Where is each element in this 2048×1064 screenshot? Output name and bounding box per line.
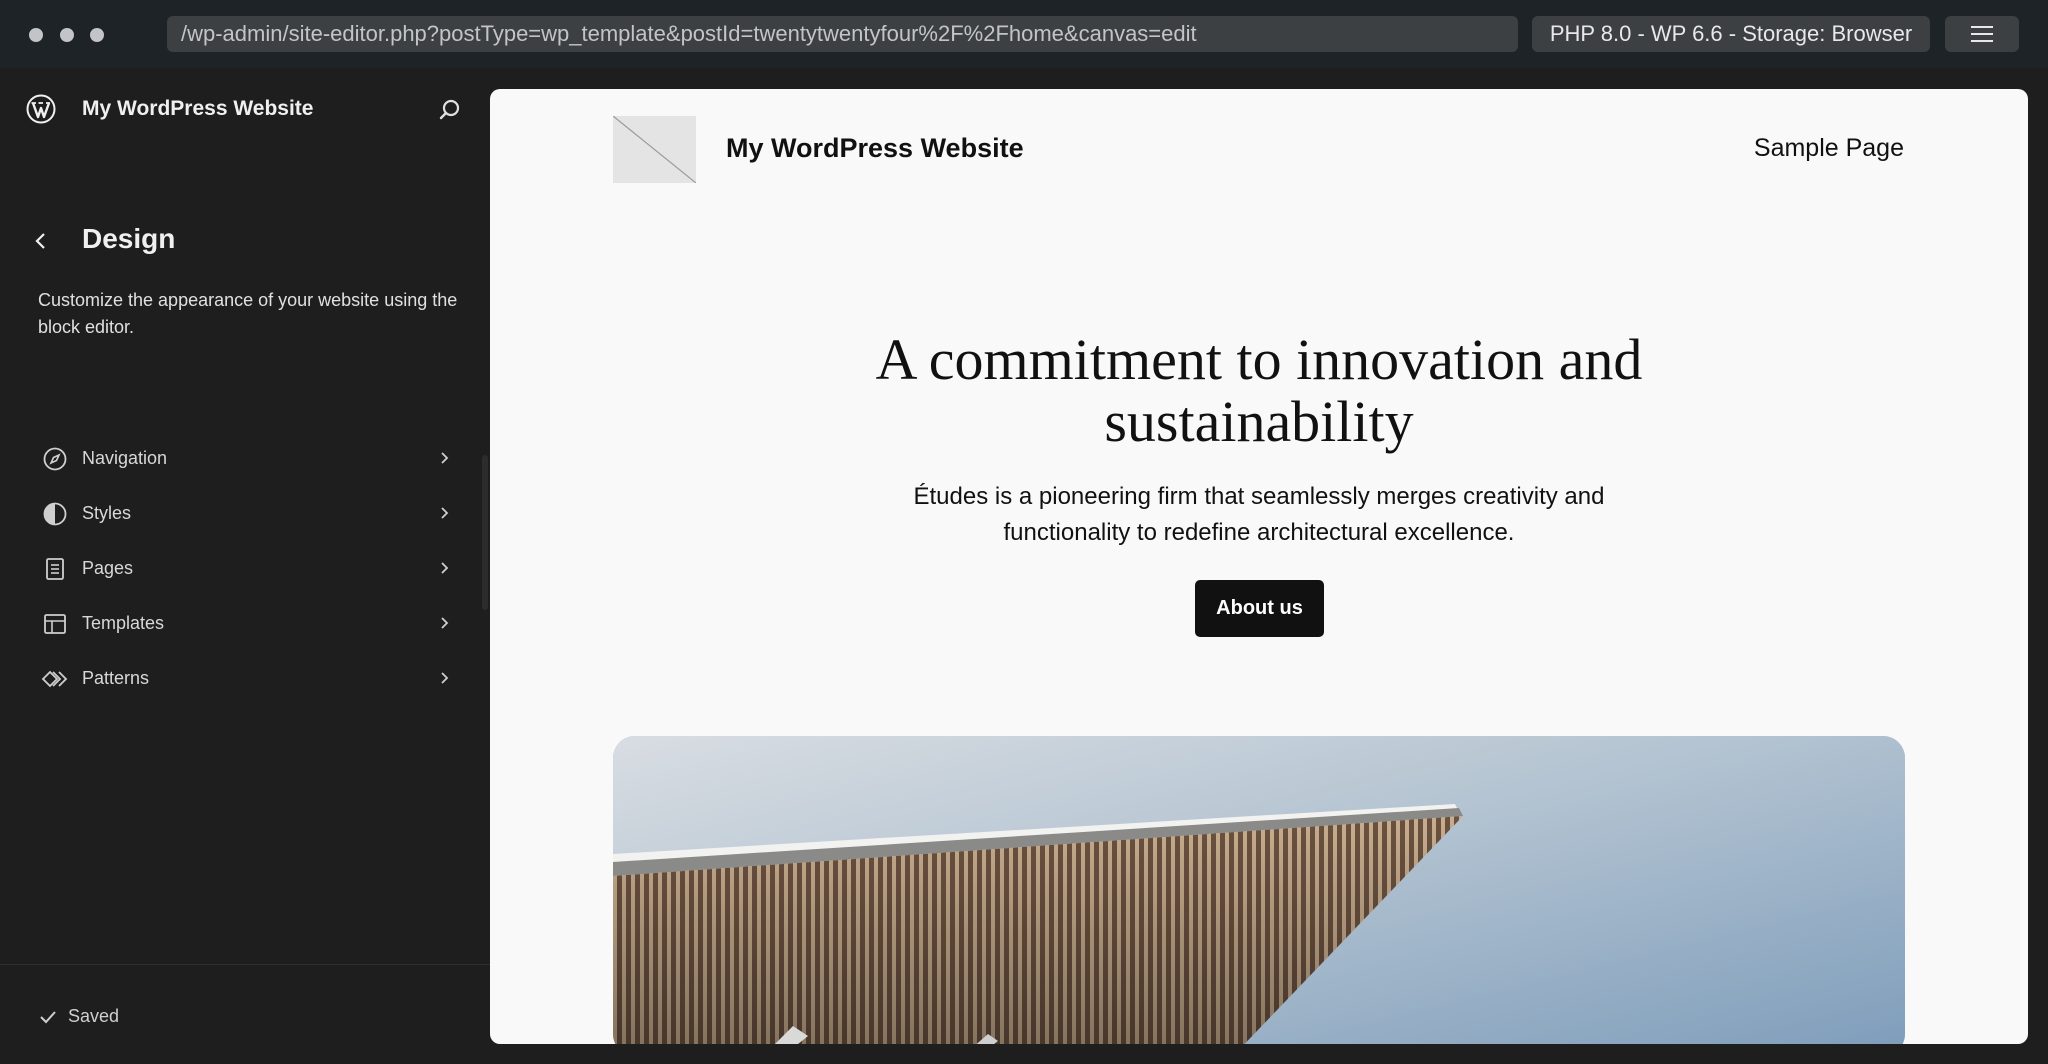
canvas-site-title[interactable]: My WordPress Website <box>726 131 1024 165</box>
wordpress-logo-icon[interactable] <box>26 94 56 124</box>
hero-image[interactable] <box>613 736 1905 1044</box>
hamburger-icon <box>1971 26 1993 42</box>
templates-icon <box>40 609 70 639</box>
sidebar-site-title[interactable]: My WordPress Website <box>82 96 313 122</box>
sidebar-item-label: Styles <box>82 503 132 523</box>
hero-paragraph[interactable]: Études is a pioneering firm that seamles… <box>859 479 1659 551</box>
section-title: Design <box>82 223 176 254</box>
hero-heading[interactable]: A commitment to innovation and sustainab… <box>759 329 1759 453</box>
search-icon[interactable] <box>436 96 464 124</box>
window-close-dot[interactable] <box>29 28 43 42</box>
building-photo <box>613 736 1905 1044</box>
styles-icon <box>40 499 70 529</box>
chevron-right-icon <box>441 507 449 519</box>
section-description: Customize the appearance of your website… <box>38 290 458 337</box>
save-status: Saved <box>38 1006 119 1027</box>
chevron-right-icon <box>441 562 449 574</box>
sidebar-item-templates[interactable]: Templates <box>30 596 466 651</box>
navigation-icon <box>40 444 70 474</box>
sidebar-item-label: Patterns <box>82 668 150 688</box>
sidebar-item-styles[interactable]: Styles <box>30 486 466 541</box>
chevron-right-icon <box>441 452 449 464</box>
browser-toolbar: /wp-admin/site-editor.php?postType=wp_te… <box>0 0 2048 68</box>
chevron-right-icon <box>441 617 449 629</box>
back-chevron-icon[interactable] <box>28 228 54 254</box>
editor-canvas[interactable]: My WordPress Website Sample Page A commi… <box>490 89 2028 1044</box>
menu-button[interactable] <box>1945 16 2019 52</box>
sidebar-item-patterns[interactable]: Patterns <box>30 651 466 706</box>
sidebar-resize-handle[interactable] <box>482 455 488 610</box>
canvas-nav-link[interactable]: Sample Page <box>1754 132 1904 164</box>
sidebar-item-label: Pages <box>82 558 134 578</box>
site-editor-sidebar: My WordPress Website Design Customize th… <box>0 68 490 1064</box>
image-placeholder-icon <box>613 116 696 183</box>
sidebar-item-navigation[interactable]: Navigation <box>30 431 466 486</box>
environment-badge[interactable]: PHP 8.0 - WP 6.6 - Storage: Browser <box>1532 16 1930 52</box>
site-logo-placeholder[interactable] <box>613 116 696 183</box>
address-bar[interactable]: /wp-admin/site-editor.php?postType=wp_te… <box>167 16 1518 52</box>
design-nav-list: Navigation Styles Pages Templates Patter… <box>30 431 466 706</box>
sidebar-item-pages[interactable]: Pages <box>30 541 466 596</box>
chevron-right-icon <box>441 672 449 684</box>
about-us-button[interactable]: About us <box>1195 580 1324 637</box>
checkmark-icon <box>40 1010 56 1023</box>
sidebar-item-label: Templates <box>82 613 165 633</box>
sidebar-item-label: Navigation <box>82 448 168 468</box>
pages-icon <box>40 554 70 584</box>
sidebar-divider <box>0 964 490 965</box>
window-maximize-dot[interactable] <box>90 28 104 42</box>
patterns-icon <box>40 664 70 694</box>
window-minimize-dot[interactable] <box>60 28 74 42</box>
save-status-label: Saved <box>68 1006 120 1026</box>
